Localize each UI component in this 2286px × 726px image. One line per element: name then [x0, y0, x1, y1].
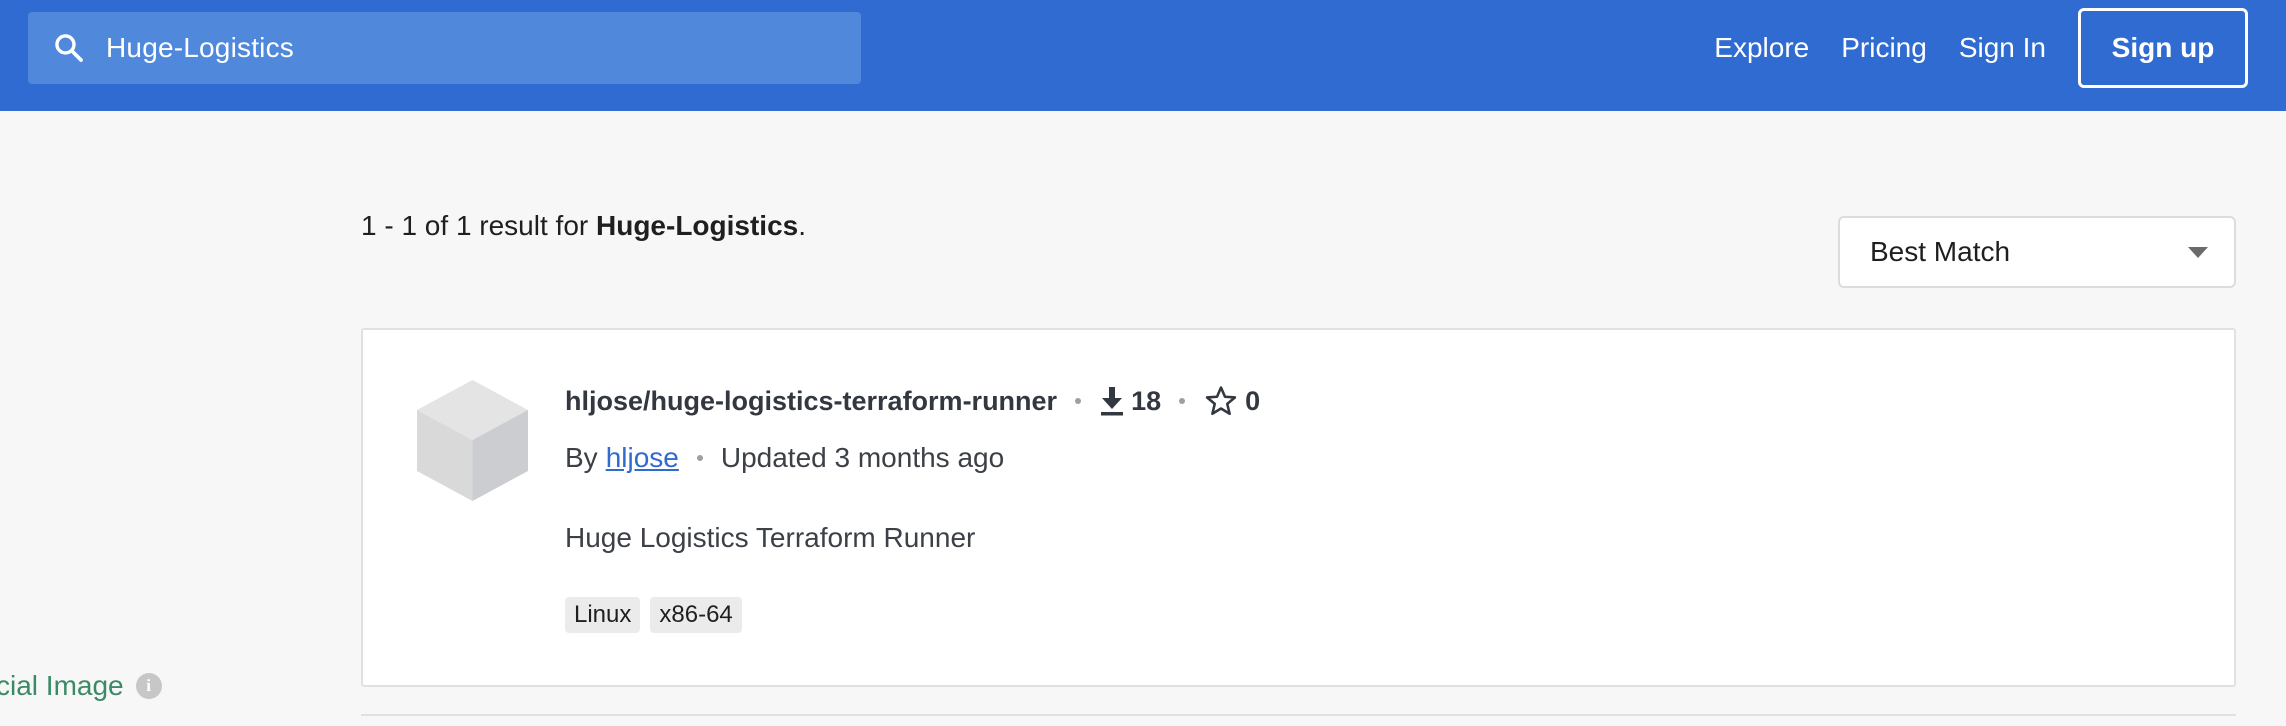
author-link[interactable]: hljose — [606, 442, 679, 474]
updated-text: Updated 3 months ago — [720, 442, 1005, 473]
star-count: 0 — [1203, 384, 1260, 418]
search-box[interactable] — [28, 12, 861, 84]
tag-os: Linux — [565, 597, 641, 633]
top-bar: Explore Pricing Sign In Sign up — [0, 0, 2286, 111]
result-summary-suffix: . — [798, 210, 807, 241]
nav-explore-link[interactable]: Explore — [1714, 32, 1809, 64]
repo-title-line: hljose/huge-logistics-terraform-runner 1… — [565, 384, 1260, 418]
star-icon — [1205, 386, 1237, 416]
tag-list: Linux x86-64 — [565, 597, 752, 633]
top-nav: Explore Pricing Sign In Sign up — [1714, 0, 2286, 96]
nav-sign-in-link[interactable]: Sign In — [1959, 32, 2046, 64]
result-card[interactable]: hljose/huge-logistics-terraform-runner 1… — [361, 328, 2236, 687]
separator-dot — [1075, 398, 1082, 404]
result-summary-query: Huge-Logistics — [596, 210, 799, 241]
repo-cube-icon — [417, 380, 528, 501]
filter-official-image[interactable]: cial Image i — [0, 670, 162, 702]
repo-name-link[interactable]: hljose/huge-logistics-terraform-runner — [565, 386, 1057, 417]
by-label: By — [565, 442, 598, 473]
info-icon[interactable]: i — [135, 673, 162, 699]
sign-up-button[interactable]: Sign up — [2078, 8, 2248, 88]
author-line: By hljose Updated 3 months ago — [565, 442, 1004, 474]
chevron-down-icon — [2188, 247, 2208, 258]
result-summary: 1 - 1 of 1 result for Huge-Logistics. — [361, 210, 806, 242]
separator-dot — [1179, 398, 1186, 404]
tag-arch: x86-64 — [650, 597, 742, 633]
nav-pricing-link[interactable]: Pricing — [1841, 32, 1927, 64]
result-summary-prefix: 1 - 1 of 1 result for — [361, 210, 596, 241]
star-count-value: 0 — [1245, 385, 1261, 416]
search-input[interactable] — [104, 12, 861, 84]
next-card-edge — [361, 714, 2236, 716]
sort-dropdown[interactable]: Best Match — [1838, 216, 2236, 288]
search-icon — [55, 34, 83, 62]
separator-dot — [696, 455, 703, 461]
sort-selected-value: Best Match — [1870, 236, 2011, 267]
filter-label: cial Image — [0, 670, 124, 701]
download-icon — [1101, 387, 1124, 416]
repo-description: Huge Logistics Terraform Runner — [565, 522, 976, 553]
download-count: 18 — [1099, 386, 1161, 417]
download-count-value: 18 — [1131, 385, 1162, 416]
